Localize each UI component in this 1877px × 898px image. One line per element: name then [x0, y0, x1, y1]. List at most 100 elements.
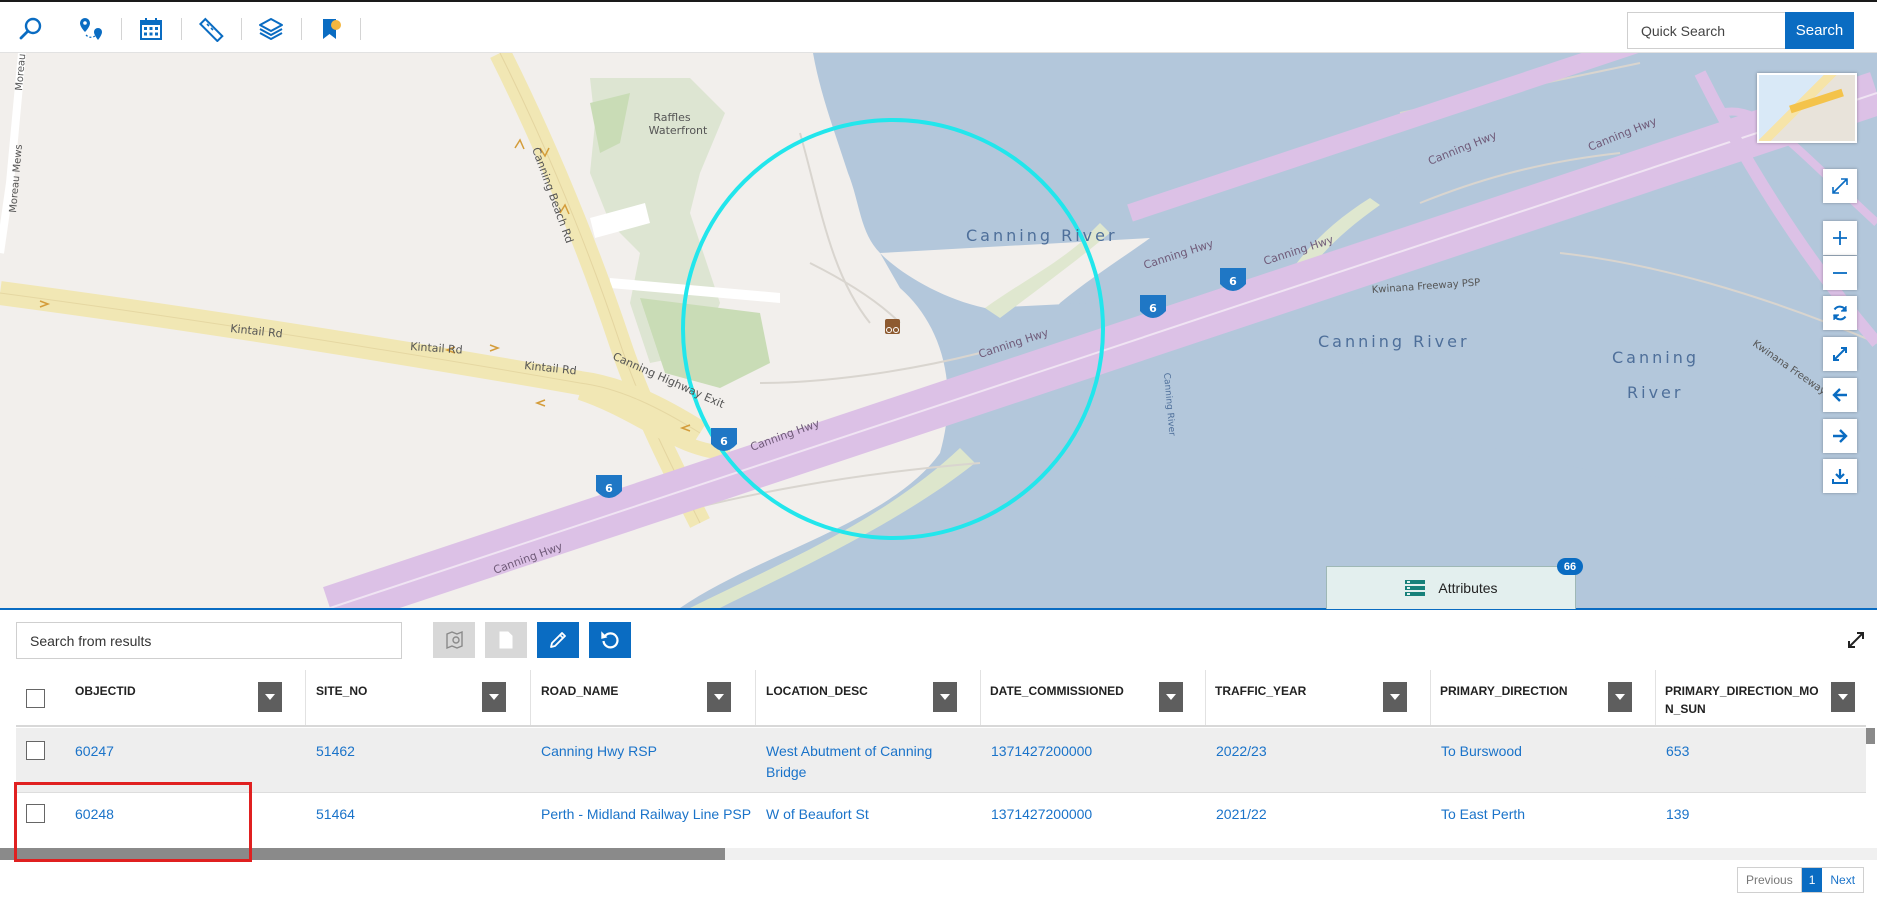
map-view[interactable]: Raffles Waterfront Moreau Mews Moreau Ca…	[0, 53, 1877, 608]
cell-road-name[interactable]: Canning Hwy RSP	[541, 741, 657, 762]
search-button[interactable]: Search	[1785, 12, 1854, 49]
column-header-label: LOCATION_DESC	[766, 684, 868, 698]
cell-primary-direction[interactable]: To East Perth	[1441, 804, 1525, 825]
column-header-objectid[interactable]: OBJECTID	[52, 670, 306, 725]
attribute-panel: OBJECTID SITE_NO ROAD_NAME LOCATION_DESC…	[0, 608, 1877, 898]
zoom-in-icon[interactable]	[1823, 221, 1857, 255]
full-extent-icon[interactable]	[1823, 337, 1857, 371]
map-label-river: River	[1627, 383, 1683, 402]
cell-road-name[interactable]: Perth - Midland Railway Line PSP	[541, 804, 751, 825]
column-menu-button[interactable]	[482, 682, 506, 712]
column-menu-button[interactable]	[1608, 682, 1632, 712]
kintail-rd	[0, 281, 707, 444]
column-header-label: PRIMARY_DIRECTION	[1440, 684, 1568, 698]
column-header-location-desc[interactable]: LOCATION_DESC	[756, 670, 981, 725]
table-icon	[1405, 580, 1426, 596]
column-header-site-no[interactable]: SITE_NO	[306, 670, 531, 725]
search-icon[interactable]	[8, 10, 54, 48]
vertical-scrollbar[interactable]	[1866, 728, 1875, 744]
previous-page-button[interactable]: Previous	[1738, 868, 1802, 892]
bookmark-icon[interactable]	[308, 10, 354, 48]
row-checkbox[interactable]	[26, 804, 45, 823]
download-icon[interactable]	[1823, 459, 1857, 493]
reset-button[interactable]	[589, 622, 631, 658]
cell-location-desc[interactable]: W of Beaufort St	[766, 804, 869, 825]
edit-button[interactable]	[537, 622, 579, 658]
column-header-date-commissioned[interactable]: DATE_COMMISSIONED	[981, 670, 1206, 725]
toolbar-divider	[360, 18, 361, 40]
chevron-down-icon	[1838, 694, 1848, 700]
current-page[interactable]: 1	[1801, 868, 1823, 892]
toolbar-divider	[121, 18, 122, 40]
column-header-road-name[interactable]: ROAD_NAME	[531, 670, 756, 725]
table-row[interactable]: 60248 51464 Perth - Midland Railway Line…	[16, 793, 1866, 835]
cell-date-commissioned[interactable]: 1371427200000	[991, 804, 1092, 825]
column-menu-button[interactable]	[1831, 682, 1855, 712]
quick-search-input[interactable]	[1627, 12, 1785, 49]
column-header-label: TRAFFIC_YEAR	[1215, 684, 1307, 698]
export-button[interactable]	[485, 622, 527, 658]
column-header-primary-direction-mon-sun[interactable]: PRIMARY_DIRECTION_MO N_SUN	[1656, 670, 1866, 725]
zoom-out-icon[interactable]	[1823, 256, 1857, 290]
cell-traffic-year[interactable]: 2022/23	[1216, 741, 1267, 762]
export-icon	[499, 631, 513, 649]
toolbar-divider	[241, 18, 242, 40]
calendar-icon[interactable]	[128, 10, 174, 48]
row-checkbox[interactable]	[26, 741, 45, 760]
cell-date-commissioned[interactable]: 1371427200000	[991, 741, 1092, 762]
basemap: Raffles Waterfront Moreau Mews Moreau Ca…	[0, 53, 1877, 608]
toolbar-divider	[181, 18, 182, 40]
select-all-checkbox[interactable]	[26, 689, 45, 708]
next-extent-icon[interactable]	[1823, 419, 1857, 453]
refresh-icon[interactable]	[1823, 296, 1857, 330]
chevron-down-icon	[489, 694, 499, 700]
column-header-traffic-year[interactable]: TRAFFIC_YEAR	[1206, 670, 1431, 725]
cell-location-desc[interactable]: West Abutment of Canning Bridge	[766, 741, 951, 783]
previous-extent-icon[interactable]	[1823, 378, 1857, 412]
column-header-label: SITE_NO	[316, 684, 368, 698]
chevron-down-icon	[714, 694, 724, 700]
table-row[interactable]: 60247 51462 Canning Hwy RSP West Abutmen…	[16, 728, 1866, 793]
expand-icon[interactable]	[1823, 169, 1857, 203]
cell-site-no[interactable]: 51464	[316, 804, 355, 825]
route-shield-label: 6	[1149, 302, 1157, 315]
table-header-row: OBJECTID SITE_NO ROAD_NAME LOCATION_DESC…	[16, 670, 1866, 727]
column-menu-button[interactable]	[1159, 682, 1183, 712]
column-header-label: PRIMARY_DIRECTION_MO N_SUN	[1665, 684, 1819, 716]
route-shield-label: 6	[1229, 275, 1237, 288]
chevron-down-icon	[1390, 694, 1400, 700]
map-label-moreau: Moreau	[14, 53, 28, 91]
zoom-to-selection-button[interactable]	[433, 622, 475, 658]
edit-icon	[550, 632, 566, 648]
select-all-cell	[16, 670, 52, 725]
chevron-down-icon	[940, 694, 950, 700]
results-search-input[interactable]	[16, 622, 402, 659]
column-header-primary-direction[interactable]: PRIMARY_DIRECTION	[1431, 670, 1656, 725]
reset-icon	[601, 631, 619, 649]
cell-objectid[interactable]: 60247	[75, 741, 114, 762]
next-page-button[interactable]: Next	[1822, 868, 1863, 892]
attributes-count-badge: 66	[1557, 558, 1583, 575]
cell-primary-direction-mon-sun[interactable]: 139	[1666, 804, 1689, 825]
cell-site-no[interactable]: 51462	[316, 741, 355, 762]
column-menu-button[interactable]	[1383, 682, 1407, 712]
column-menu-button[interactable]	[933, 682, 957, 712]
cell-primary-direction-mon-sun[interactable]: 653	[1666, 741, 1689, 762]
locations-icon[interactable]	[68, 10, 114, 48]
zoom-to-selection-icon	[446, 630, 463, 650]
toolbar-divider	[301, 18, 302, 40]
cell-objectid[interactable]: 60248	[75, 804, 114, 825]
chevron-down-icon	[1166, 694, 1176, 700]
column-menu-button[interactable]	[258, 682, 282, 712]
horizontal-scrollbar[interactable]	[0, 848, 725, 860]
cell-primary-direction[interactable]: To Burswood	[1441, 741, 1522, 762]
column-header-label: DATE_COMMISSIONED	[990, 684, 1124, 698]
column-menu-button[interactable]	[707, 682, 731, 712]
route-shield-label: 6	[720, 435, 728, 448]
layers-icon[interactable]	[248, 10, 294, 48]
attributes-tab[interactable]: Attributes	[1326, 566, 1576, 609]
cell-traffic-year[interactable]: 2021/22	[1216, 804, 1267, 825]
measure-icon[interactable]	[188, 10, 234, 48]
basemap-overview-thumbnail[interactable]	[1757, 73, 1857, 143]
panel-expand-icon[interactable]	[1846, 630, 1866, 650]
